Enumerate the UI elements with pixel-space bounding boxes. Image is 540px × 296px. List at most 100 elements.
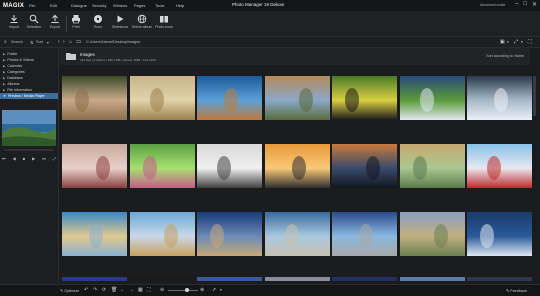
photo-thumbnail[interactable] <box>467 277 532 281</box>
home-icon[interactable]: ⌂ <box>69 39 72 45</box>
menu-security[interactable]: Security <box>92 3 113 8</box>
sort-icon[interactable]: ⇅ <box>30 40 33 45</box>
path-field[interactable]: C:\Users\Name\Desktop\images <box>86 40 140 44</box>
close-icon[interactable]: ✕ <box>532 1 537 8</box>
photo-thumbnail[interactable] <box>399 76 465 120</box>
photo-thumbnail[interactable] <box>467 76 532 120</box>
zoom-out-icon[interactable]: ⊖ <box>160 287 164 293</box>
chevron-down-icon[interactable]: ▾ <box>507 40 509 44</box>
stop-icon[interactable]: ■ <box>23 156 25 161</box>
menu-tools[interactable]: Tools <box>155 3 176 8</box>
delete-icon[interactable]: 🗑 <box>111 287 117 293</box>
view-mode-icon[interactable]: ▣ <box>500 39 505 45</box>
photo-thumbnail[interactable] <box>264 212 330 256</box>
expand-icon[interactable]: ⤢ <box>53 156 56 161</box>
chevron-down-icon[interactable]: ▾ <box>521 40 523 44</box>
chevron-down-icon[interactable]: ▾ <box>47 41 49 45</box>
photo-thumbnail[interactable] <box>129 76 195 120</box>
rewind-icon[interactable]: ◀ <box>13 156 16 161</box>
photo-subject <box>345 88 359 112</box>
scrollbar-thumb[interactable] <box>533 76 536 116</box>
photo-thumbnail[interactable] <box>129 144 195 188</box>
photo-thumbnail[interactable] <box>332 212 397 256</box>
maximize-icon[interactable]: □ <box>523 1 527 8</box>
fit-icon[interactable]: ⛶ <box>147 287 151 293</box>
photo-thumbnail[interactable] <box>399 277 465 281</box>
search-icon[interactable]: ⌕ <box>4 39 7 45</box>
sidebar-item-label: Calendar <box>7 64 22 68</box>
feedback-button[interactable]: ✎ Feedback <box>506 288 527 293</box>
sort-order[interactable]: Sort according to: Name <box>486 54 524 58</box>
photo-subject <box>210 224 224 248</box>
photo-thumbnail[interactable] <box>62 277 127 281</box>
photo-subject <box>412 156 427 180</box>
menu-pages[interactable]: Pages <box>134 3 155 8</box>
arrow-left-icon[interactable]: ← <box>120 287 125 293</box>
photo-thumbnail[interactable] <box>62 212 127 256</box>
chevron-down-icon[interactable]: ▾ <box>220 288 222 292</box>
photo-book-button[interactable]: Photo book <box>150 14 178 29</box>
menu-help[interactable]: Help <box>176 3 197 8</box>
photo-thumbnail[interactable] <box>264 277 330 281</box>
photo-thumbnail[interactable] <box>129 212 195 256</box>
search-label[interactable]: Search <box>11 40 23 44</box>
preview-image <box>2 110 56 146</box>
photo-thumbnail[interactable] <box>264 76 330 120</box>
minimize-icon[interactable]: – <box>515 1 518 8</box>
zoom-icon[interactable]: ⤢ <box>514 39 518 45</box>
photo-thumbnail[interactable] <box>264 144 330 188</box>
next-icon[interactable]: ⏭ <box>42 156 46 161</box>
redo-icon[interactable]: ↷ <box>93 287 97 293</box>
sidebar-item-preview[interactable]: ▼ Preview / Media Player <box>0 93 58 99</box>
folder-header: Images 444 files | 0 folders | 180.1 MB … <box>60 48 530 65</box>
photo-thumbnail[interactable] <box>399 212 465 256</box>
feedback-label: Feedback <box>510 289 527 293</box>
play-icon[interactable]: ▶ <box>32 156 35 161</box>
previous-icon[interactable]: ⏮ <box>2 156 6 161</box>
print-icon <box>72 15 80 24</box>
share-icon[interactable]: ➚ <box>212 287 216 293</box>
photo-thumbnail[interactable] <box>62 144 127 188</box>
photo-thumbnail[interactable] <box>467 144 532 188</box>
photo-subject <box>284 224 299 248</box>
photo-thumbnail[interactable] <box>197 212 262 256</box>
photo-thumbnail[interactable] <box>62 76 127 120</box>
menu-dialogue[interactable]: Dialogue <box>71 3 92 8</box>
photo-subject <box>149 88 164 112</box>
photo-thumbnail[interactable] <box>467 212 532 256</box>
folder-up-icon[interactable]: ▭ <box>76 39 81 45</box>
forward-icon[interactable]: › <box>63 39 65 45</box>
photo-thumbnail[interactable] <box>197 76 262 120</box>
zoom-slider[interactable] <box>168 290 198 291</box>
photo-subject <box>366 156 380 180</box>
photo-thumbnail[interactable] <box>129 277 195 281</box>
photo-thumbnail[interactable] <box>332 277 397 281</box>
arrow-right-icon[interactable]: → <box>129 287 134 293</box>
zoom-in-icon[interactable]: ⊕ <box>200 287 204 293</box>
undo-icon[interactable]: ↶ <box>84 287 88 293</box>
menu-edit[interactable]: Edit <box>50 3 71 8</box>
book-icon <box>160 16 168 23</box>
fullscreen-icon[interactable]: ⛶ <box>528 39 532 45</box>
rotate-icon[interactable]: ⟳ <box>102 287 106 293</box>
photo-thumbnail[interactable] <box>399 144 465 188</box>
photo-thumbnail[interactable] <box>332 76 397 120</box>
sidebar-item-label: Photos & Videos <box>7 58 34 62</box>
menu-file[interactable]: File <box>29 3 50 8</box>
advanced-mode-toggle[interactable]: Advanced mode <box>480 3 505 7</box>
scrollbar[interactable] <box>532 66 537 281</box>
sort-label[interactable]: Sort <box>36 40 43 44</box>
photo-thumbnail[interactable] <box>197 277 262 281</box>
zoom-slider-handle[interactable] <box>185 288 189 292</box>
photo-thumbnail[interactable] <box>332 144 397 188</box>
optimize-label: Optimize <box>64 289 80 293</box>
preview-position-slider[interactable] <box>4 149 54 151</box>
back-icon[interactable]: ‹ <box>58 39 60 45</box>
photo-thumbnail[interactable] <box>197 144 262 188</box>
menu-bar: File Edit Dialogue Security Window Pages… <box>29 3 197 8</box>
menu-window[interactable]: Window <box>113 3 134 8</box>
photo-subject <box>359 224 373 248</box>
grid-view-icon[interactable]: ▦ <box>138 287 143 293</box>
expand-icon: ▶ <box>3 82 6 86</box>
optimize-button[interactable]: ✎ Optimize <box>60 288 79 293</box>
